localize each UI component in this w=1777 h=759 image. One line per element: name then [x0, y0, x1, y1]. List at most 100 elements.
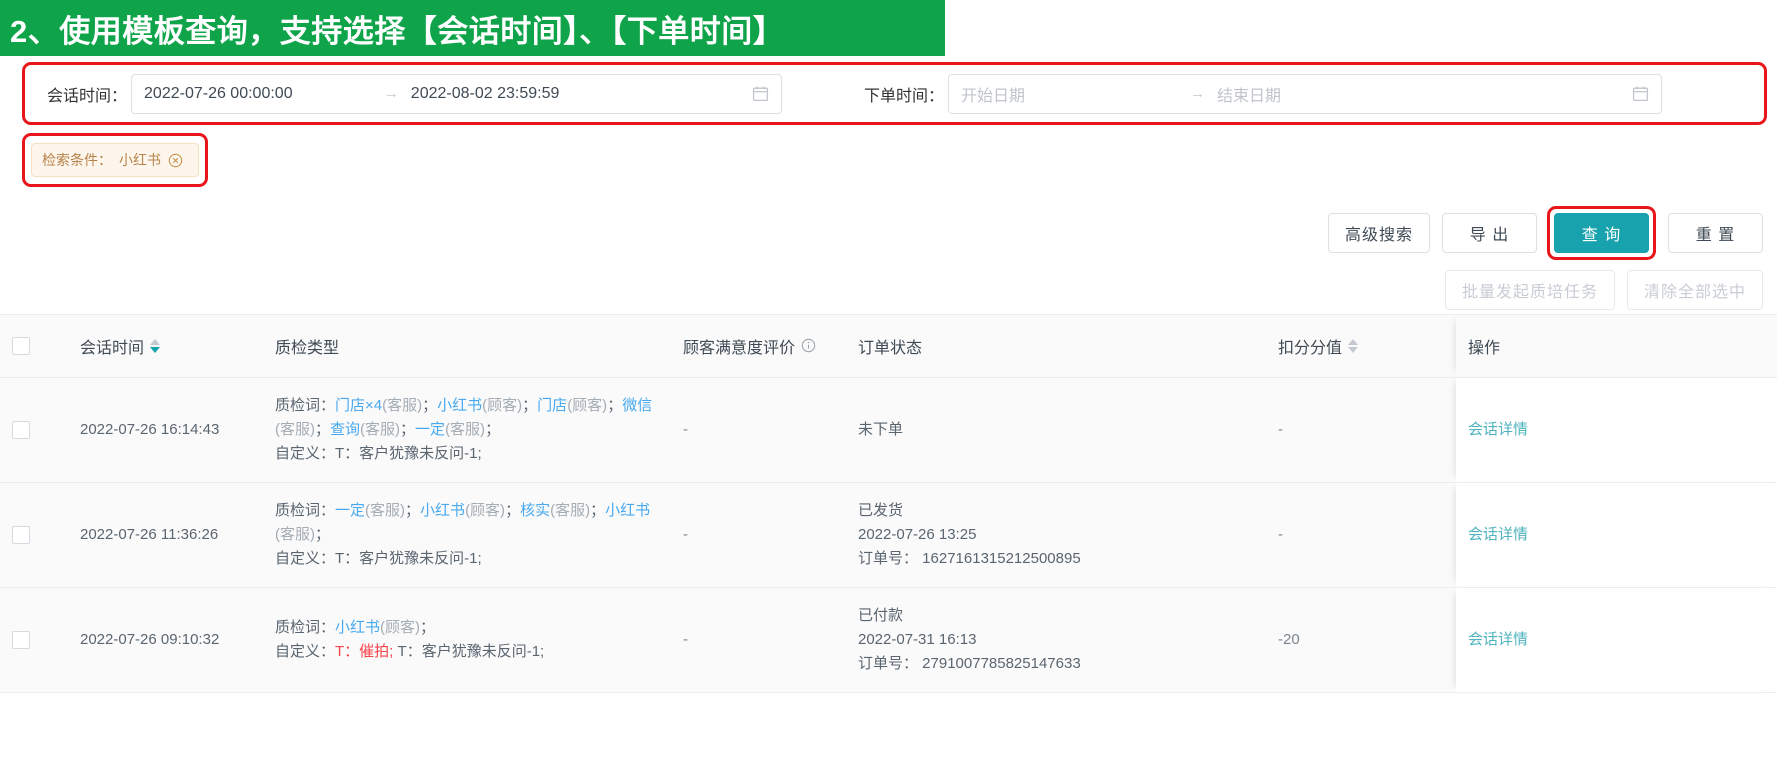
session-time-range-picker[interactable]: 2022-07-26 00:00:00 → 2022-08-02 23:59:5…: [131, 73, 783, 114]
query-button[interactable]: 查 询: [1554, 213, 1649, 253]
qc-keyword-role: (顾客): [567, 396, 608, 414]
cell-operation: 会话详情: [1456, 587, 1777, 693]
row-checkbox[interactable]: [12, 630, 30, 649]
qc-custom-line: 自定义：T：催拍; T：客户犹豫未反问-1;: [275, 640, 659, 664]
qc-keyword-role: (客服): [275, 420, 315, 438]
search-condition-tag[interactable]: 检索条件： 小红书: [31, 143, 199, 177]
condition-tag-highlight: 检索条件： 小红书: [22, 133, 208, 187]
order-time-start-input[interactable]: 开始日期: [961, 82, 1025, 106]
info-icon[interactable]: [801, 338, 816, 353]
qc-prefix: 质检词：: [275, 501, 336, 519]
header-score[interactable]: 扣分分值: [1266, 315, 1456, 378]
qc-custom-item: T：催拍;: [335, 642, 394, 660]
instruction-banner: 2、使用模板查询，支持选择【会话时间】、【下单时间】: [0, 0, 945, 56]
qc-keywords-line: 质检词：门店×4(客服)；小红书(顾客)；门店(顾客)；微信(客服)；查询(客服…: [275, 396, 653, 438]
advanced-search-button[interactable]: 高级搜索: [1327, 213, 1430, 253]
row-checkbox[interactable]: [12, 525, 30, 544]
action-button-row: 高级搜索 导 出 查 询 重 置: [0, 206, 1777, 260]
header-session-time[interactable]: 会话时间: [68, 315, 263, 378]
qc-custom-item: T：客户犹豫未反问-1;: [335, 549, 482, 567]
qc-keyword: 微信: [622, 396, 653, 414]
session-detail-link[interactable]: 会话详情: [1468, 526, 1528, 543]
qc-custom-line: 自定义：T：客户犹豫未反问-1;: [275, 547, 659, 571]
header-satisfaction-label: 顾客满意度评价: [683, 339, 796, 357]
table-header-row: 会话时间 质检类型 顾客满意度评价 订单状态 扣分分值 操作: [0, 315, 1777, 378]
condition-tag-value: 小红书: [119, 152, 161, 168]
clear-selection-button[interactable]: 清除全部选中: [1626, 269, 1763, 310]
qc-keyword: 小红书: [437, 396, 483, 414]
query-button-highlight: 查 询: [1547, 206, 1656, 260]
header-score-label: 扣分分值: [1278, 339, 1343, 357]
cell-operation: 会话详情: [1456, 377, 1777, 483]
cell-order-status: 已付款 2022-07-31 16:13 订单号： 2791007785825147…: [846, 587, 1266, 693]
qc-keywords-line: 质检词：一定(客服)；小红书(顾客)；核实(客服)；小红书(客服)；: [275, 501, 651, 543]
qc-keyword-role: (客服): [382, 396, 423, 414]
cell-satisfaction: -: [671, 587, 846, 693]
qc-custom-prefix: 自定义：: [275, 444, 336, 462]
order-time-range-picker[interactable]: 开始日期 → 结束日期: [948, 73, 1663, 114]
session-time-end-input[interactable]: 2022-08-02 23:59:59: [411, 85, 661, 103]
batch-toolbar: 批量发起质培任务 清除全部选中: [0, 265, 1777, 315]
qc-keyword: 查询: [330, 420, 361, 438]
table-row[interactable]: 2022-07-26 11:36:26 质检词：一定(客服)；小红书(顾客)；核实…: [0, 482, 1777, 588]
qc-keyword: 一定: [415, 420, 446, 438]
cell-score: -: [1266, 482, 1456, 588]
banner-row: 2、使用模板查询，支持选择【会话时间】、【下单时间】: [0, 0, 1777, 56]
order-number-text: 订单号： 1627161315212500895: [858, 549, 1081, 567]
qc-keyword-role: (顾客): [482, 396, 523, 414]
qc-custom-prefix: 自定义：: [275, 642, 336, 660]
qc-keyword-role: (顾客): [465, 501, 506, 519]
calendar-icon: [752, 85, 769, 102]
row-checkbox-cell[interactable]: [0, 377, 68, 483]
order-status-text: 已发货: [858, 501, 904, 519]
order-status-text: 未下单: [858, 420, 904, 438]
qc-keyword-role: (客服): [365, 501, 406, 519]
order-time-end-input[interactable]: 结束日期: [1217, 82, 1467, 106]
condition-tag-label: 检索条件：: [42, 152, 112, 168]
qc-keyword: 小红书: [605, 501, 651, 519]
header-order-status: 订单状态: [846, 315, 1266, 378]
row-checkbox[interactable]: [12, 420, 30, 439]
qc-keyword: 门店: [537, 396, 568, 414]
session-time-start-input[interactable]: 2022-07-26 00:00:00: [144, 85, 293, 103]
cell-satisfaction: -: [671, 482, 846, 588]
header-satisfaction: 顾客满意度评价: [671, 315, 846, 378]
filter-bar-highlight: 会话时间： 2022-07-26 00:00:00 → 2022-08-02 2…: [22, 62, 1767, 125]
header-operation: 操作: [1456, 315, 1777, 378]
table-row[interactable]: 2022-07-26 16:14:43 质检词：门店×4(客服)；小红书(顾客)；…: [0, 377, 1777, 483]
cell-session-time: 2022-07-26 16:14:43: [68, 377, 263, 483]
qc-keyword: 小红书: [420, 501, 466, 519]
cell-qc-type: 质检词：小红书(顾客)； 自定义：T：催拍; T：客户犹豫未反问-1;: [263, 587, 671, 693]
session-detail-link[interactable]: 会话详情: [1468, 631, 1528, 648]
qc-keywords-line: 质检词：小红书(顾客)；: [275, 618, 436, 636]
header-qc-type: 质检类型: [263, 315, 671, 378]
row-checkbox-cell[interactable]: [0, 587, 68, 693]
order-time-text: 2022-07-26 13:25: [858, 525, 977, 543]
table-row[interactable]: 2022-07-26 09:10:32 质检词：小红书(顾客)； 自定义：T：催拍;…: [0, 587, 1777, 693]
cell-session-time: 2022-07-26 11:36:26: [68, 482, 263, 588]
session-detail-link[interactable]: 会话详情: [1468, 421, 1528, 438]
qc-custom-item: T：客户犹豫未反问-1;: [397, 642, 545, 660]
row-checkbox-cell[interactable]: [0, 482, 68, 588]
close-circle-icon[interactable]: [168, 153, 183, 168]
header-select-all[interactable]: [0, 315, 68, 378]
batch-training-task-button[interactable]: 批量发起质培任务: [1444, 269, 1615, 310]
qc-custom-line: 自定义：T：客户犹豫未反问-1;: [275, 442, 659, 466]
cell-qc-type: 质检词：门店×4(客服)；小红书(顾客)；门店(顾客)；微信(客服)；查询(客服…: [263, 377, 671, 483]
cell-order-status: 已发货 2022-07-26 13:25 订单号： 1627161315212500…: [846, 482, 1266, 588]
cell-qc-type: 质检词：一定(客服)；小红书(顾客)；核实(客服)；小红书(客服)； 自定义：T：…: [263, 482, 671, 588]
export-button[interactable]: 导 出: [1442, 213, 1537, 253]
order-time-label: 下单时间：: [864, 87, 945, 105]
reset-button[interactable]: 重 置: [1668, 213, 1763, 253]
sort-session-time-icon[interactable]: [150, 338, 161, 353]
select-all-checkbox[interactable]: [12, 336, 30, 355]
qc-keyword: 一定: [335, 501, 366, 519]
cell-score: -: [1266, 377, 1456, 483]
session-time-label: 会话时间：: [47, 87, 128, 105]
banner-text: 2、使用模板查询，支持选择【会话时间】、【下单时间】: [10, 13, 785, 49]
qc-keyword-role: (客服): [275, 525, 315, 543]
qc-prefix: 质检词：: [275, 396, 336, 414]
qc-keyword-role: (顾客): [380, 618, 421, 636]
qc-keyword: 核实: [520, 501, 551, 519]
sort-score-icon[interactable]: [1348, 338, 1359, 353]
